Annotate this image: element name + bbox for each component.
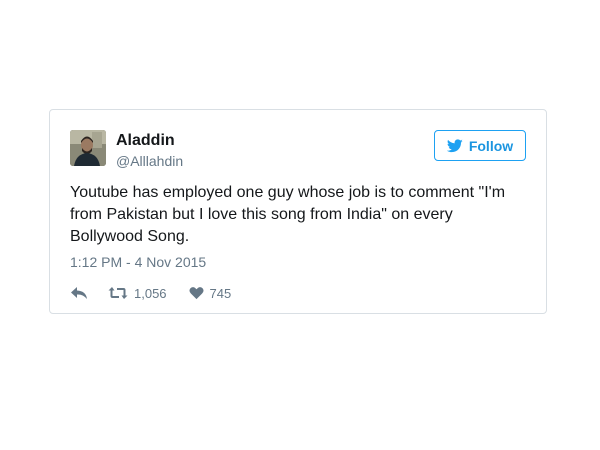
follow-label: Follow [468, 137, 514, 154]
tweet-text: Youtube has employed one guy whose job i… [70, 184, 506, 245]
author-name[interactable]: Aladdin [116, 132, 175, 150]
retweet-icon [108, 286, 128, 300]
heart-icon [189, 286, 204, 300]
avatar[interactable] [70, 130, 106, 166]
tweet-timestamp[interactable]: 1:12 PM - 4 Nov 2015 [70, 254, 206, 270]
avatar-image [70, 130, 106, 166]
follow-button[interactable]: Follow [434, 130, 526, 161]
like-button[interactable]: 745 [189, 285, 232, 301]
twitter-bird-icon [446, 138, 463, 153]
reply-button[interactable] [70, 286, 88, 300]
tweet-actions: 1,056 745 [70, 284, 231, 302]
retweet-button[interactable]: 1,056 [108, 286, 167, 301]
like-count: 745 [209, 285, 232, 301]
retweet-count: 1,056 [134, 285, 167, 301]
author-handle[interactable]: @Alllahdin [116, 153, 183, 169]
reply-icon [70, 286, 88, 300]
tweet-card: Aladdin @Alllahdin Follow Youtube has em… [49, 109, 547, 314]
